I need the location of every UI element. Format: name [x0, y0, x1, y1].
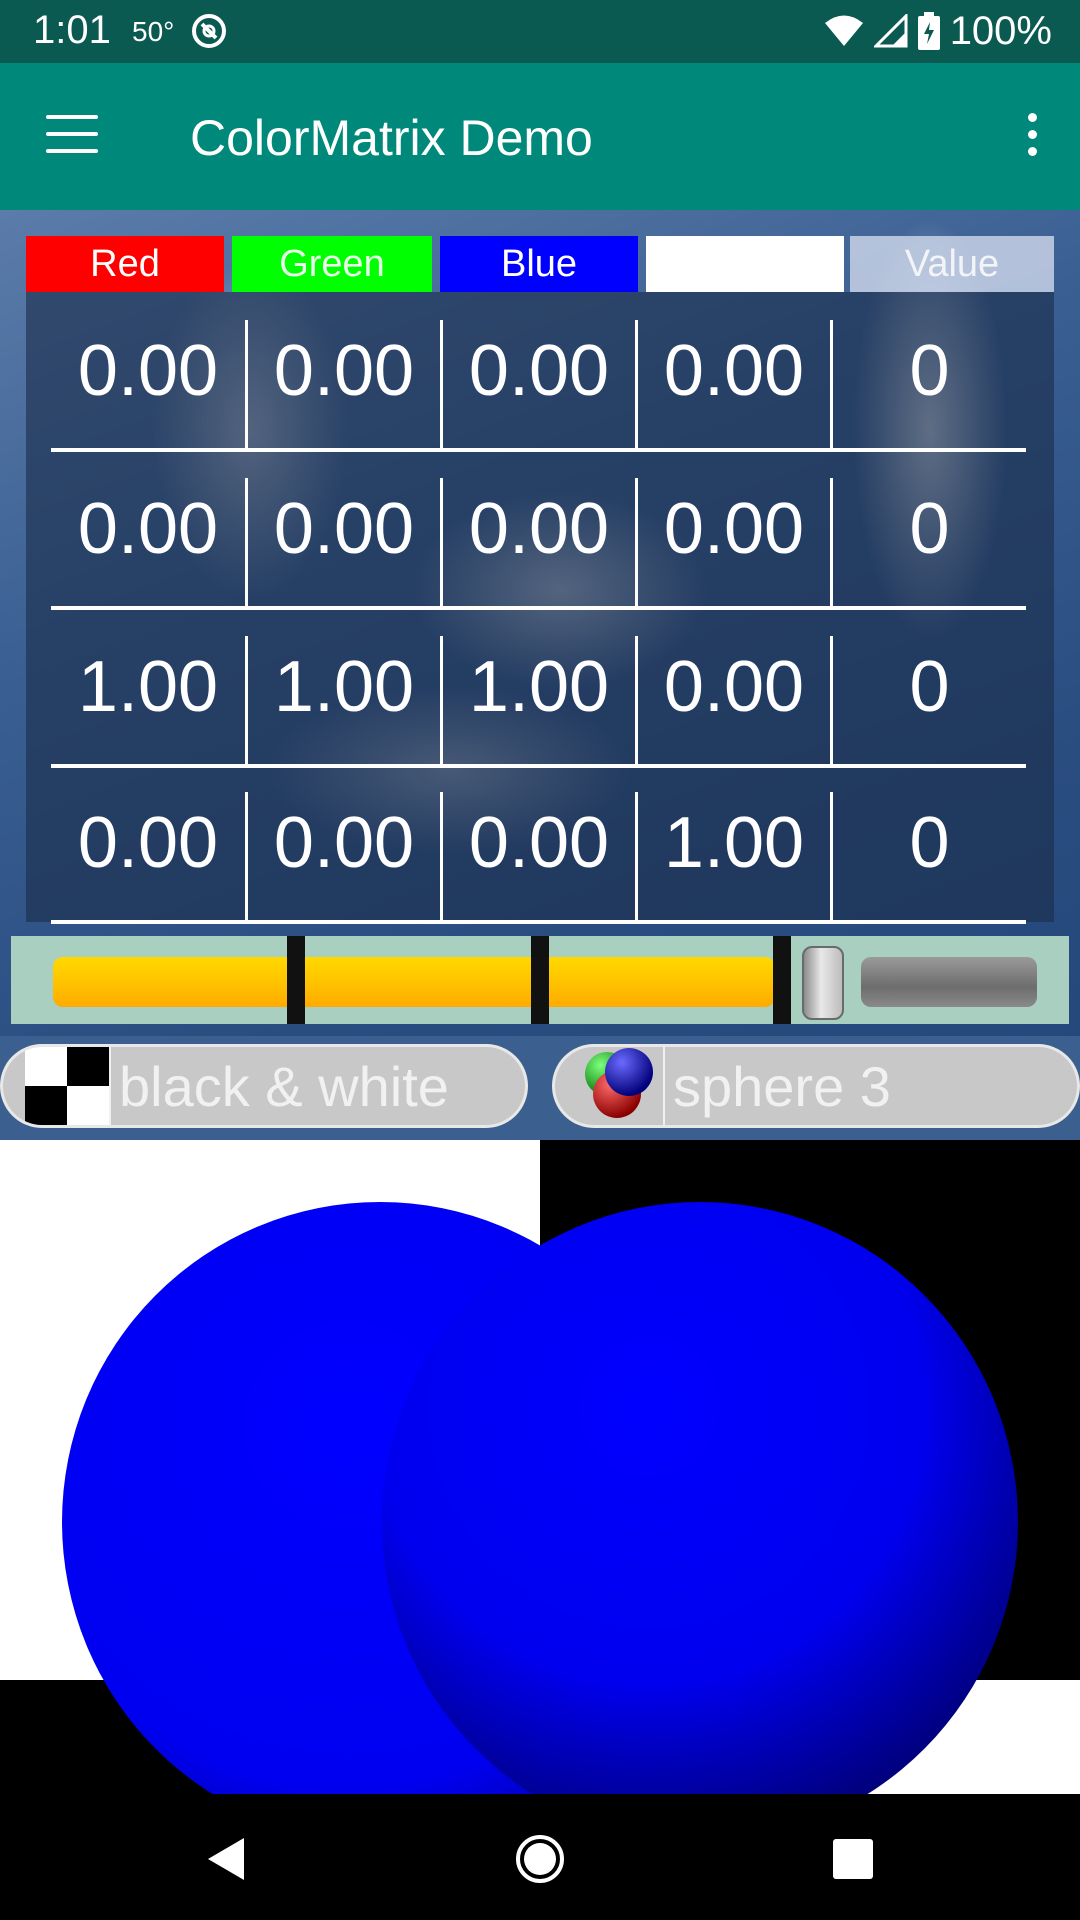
slider-fill [53, 957, 775, 1007]
header-alpha [646, 236, 844, 292]
matrix-cell[interactable]: 0.00 [51, 452, 245, 606]
cell-signal-icon [873, 14, 908, 48]
filter-select-button[interactable]: black & white [0, 1044, 528, 1128]
matrix-cell[interactable]: 0.00 [248, 294, 440, 448]
battery-charging-icon [917, 12, 940, 50]
home-icon[interactable] [513, 1832, 567, 1886]
slider-track-remaining [861, 957, 1037, 1007]
matrix-cell[interactable]: 0.00 [638, 610, 830, 764]
matrix-cell[interactable]: 0 [833, 452, 1026, 606]
matrix-cell[interactable]: 0 [833, 766, 1026, 920]
spheres-icon [585, 1048, 653, 1118]
image-label: sphere 3 [673, 1054, 891, 1118]
slider-thumb[interactable] [802, 946, 844, 1020]
matrix-cell[interactable]: 1.00 [248, 610, 440, 764]
matrix-cell[interactable]: 0.00 [443, 766, 635, 920]
matrix-cell[interactable]: 0 [833, 610, 1026, 764]
hamburger-menu-icon[interactable] [46, 115, 98, 155]
content-area: Red Green Blue Value 0.00 0.00 0.00 0.00… [0, 210, 1080, 1794]
wifi-icon [824, 15, 863, 46]
header-blue: Blue [440, 236, 638, 292]
matrix-row: 0.00 0.00 0.00 0.00 0 [51, 294, 1026, 452]
color-matrix-grid: 0.00 0.00 0.00 0.00 0 0.00 0.00 0.00 0.0… [26, 292, 1054, 924]
matrix-cell[interactable]: 0.00 [443, 294, 635, 448]
assistant-icon [192, 14, 226, 48]
matrix-cell[interactable]: 0.00 [638, 294, 830, 448]
selector-row: black & white sphere 3 [0, 1036, 1080, 1140]
matrix-cell[interactable]: 0.00 [51, 766, 245, 920]
status-time: 1:01 [33, 8, 111, 52]
status-bar: 1:01 50° 100% [0, 0, 1080, 63]
header-green: Green [232, 236, 432, 292]
battery-percent: 100% [949, 8, 1052, 53]
image-select-button[interactable]: sphere 3 [552, 1044, 1080, 1128]
preview-canvas [0, 1140, 1080, 1794]
app-bar: ColorMatrix Demo [0, 63, 1080, 210]
matrix-cell[interactable]: 1.00 [51, 610, 245, 764]
checkerboard-icon [25, 1047, 109, 1125]
slider-tick [531, 936, 549, 1024]
matrix-row: 0.00 0.00 0.00 0.00 0 [51, 452, 1026, 610]
app-title: ColorMatrix Demo [190, 110, 593, 166]
matrix-cell[interactable]: 0.00 [248, 452, 440, 606]
value-slider[interactable] [11, 936, 1069, 1024]
more-vert-icon[interactable] [1022, 113, 1042, 159]
header-red: Red [26, 236, 224, 292]
header-value: Value [850, 236, 1054, 292]
matrix-cell[interactable]: 0.00 [443, 452, 635, 606]
matrix-cell[interactable]: 1.00 [443, 610, 635, 764]
navigation-bar [0, 1794, 1080, 1920]
slider-tick [287, 936, 305, 1024]
matrix-cell[interactable]: 0.00 [638, 452, 830, 606]
matrix-cell[interactable]: 1.00 [638, 766, 830, 920]
matrix-row: 0.00 0.00 0.00 1.00 0 [51, 766, 1026, 924]
matrix-cell[interactable]: 0.00 [248, 766, 440, 920]
matrix-row: 1.00 1.00 1.00 0.00 0 [51, 610, 1026, 768]
filter-label: black & white [119, 1054, 449, 1118]
matrix-cell[interactable]: 0 [833, 294, 1026, 448]
back-icon[interactable] [200, 1832, 254, 1886]
matrix-cell[interactable]: 0.00 [51, 294, 245, 448]
slider-tick [773, 936, 791, 1024]
status-temperature: 50° [132, 16, 175, 47]
recents-icon[interactable] [826, 1832, 880, 1886]
